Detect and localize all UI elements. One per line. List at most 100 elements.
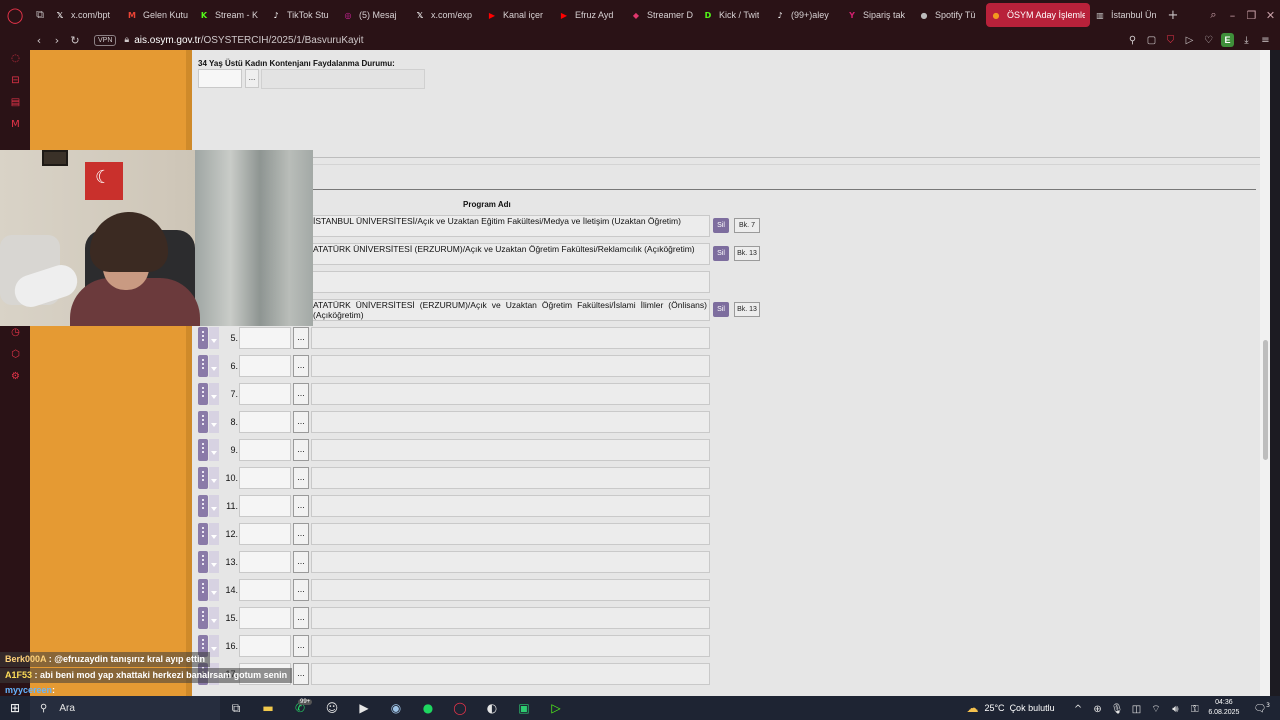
spotify-icon[interactable]: ● — [412, 701, 444, 715]
lock-icon[interactable]: 🔒︎ — [124, 35, 129, 45]
kick-app-icon[interactable]: ▷ — [540, 701, 572, 715]
settings-icon[interactable]: ⚙ — [9, 371, 22, 384]
delete-button[interactable]: Sil — [713, 302, 729, 317]
move-down-icon[interactable] — [209, 355, 219, 377]
tab-8[interactable]: ◆ Streamer D — [626, 3, 698, 27]
program-name-field[interactable] — [311, 467, 710, 489]
tab-13[interactable]: ● ÖSYM Aday İşlemle — [986, 3, 1090, 27]
tray-app2-icon[interactable]: ◫ — [1129, 704, 1144, 715]
program-name-field[interactable] — [311, 551, 710, 573]
chat-app-icon[interactable]: ▣ — [508, 701, 540, 715]
close-icon[interactable]: ✕ — [1261, 9, 1280, 22]
program-code-input[interactable] — [239, 551, 291, 573]
aria-icon[interactable]: ◌ — [9, 53, 22, 66]
tab-14[interactable]: ▥ İstanbul Ün — [1090, 3, 1162, 27]
tab-6[interactable]: ▶ Kanal içer — [482, 3, 554, 27]
clock[interactable]: 04:36 6.08.2025 — [1208, 698, 1239, 718]
play-icon[interactable]: ▷ — [1183, 35, 1196, 46]
program-code-input[interactable] — [239, 607, 291, 629]
download-icon[interactable]: ⤓ — [1240, 35, 1253, 46]
program-code-input[interactable] — [239, 439, 291, 461]
move-down-icon[interactable] — [209, 411, 219, 433]
tab-2[interactable]: K Stream - K — [194, 3, 266, 27]
program-name-field[interactable] — [311, 327, 710, 349]
tray-app3-icon[interactable]: ⚿ — [1187, 704, 1202, 715]
program-select-button[interactable]: ... — [293, 467, 309, 489]
drag-handle-icon[interactable] — [198, 327, 208, 349]
maximize-icon[interactable]: ❐ — [1242, 9, 1261, 22]
program-select-button[interactable]: ... — [293, 411, 309, 433]
program-name-field[interactable] — [311, 439, 710, 461]
drag-handle-icon[interactable] — [198, 439, 208, 461]
shield-icon[interactable]: ⛉ — [1164, 35, 1177, 46]
search-tabs-icon[interactable]: ⌕ — [1204, 8, 1223, 22]
snapshot-icon[interactable]: ▢ — [1145, 35, 1158, 46]
opera-logo-icon[interactable]: ◯ — [0, 0, 30, 30]
drag-handle-icon[interactable] — [198, 607, 208, 629]
delete-button[interactable]: Sil — [713, 218, 729, 233]
program-select-button[interactable]: ... — [293, 383, 309, 405]
program-name-field[interactable] — [311, 523, 710, 545]
drag-handle-icon[interactable] — [198, 495, 208, 517]
tab-9[interactable]: D Kick / Twit — [698, 3, 770, 27]
history-icon[interactable]: ◷ — [9, 327, 22, 340]
gmail-side-icon[interactable]: M — [9, 119, 22, 132]
program-select-button[interactable]: ... — [293, 439, 309, 461]
program-code-input[interactable] — [239, 579, 291, 601]
tab-1[interactable]: M Gelen Kutu — [122, 3, 194, 27]
minimize-icon[interactable]: – — [1223, 9, 1242, 22]
quota-description-field[interactable] — [261, 69, 425, 89]
move-down-icon[interactable] — [209, 607, 219, 629]
program-name-field[interactable] — [311, 355, 710, 377]
back-icon[interactable]: ‹ — [30, 34, 48, 47]
microphone-icon[interactable]: 🎙︎ — [1110, 704, 1125, 715]
program-name-field[interactable] — [311, 579, 710, 601]
task-view-icon[interactable]: ⧉ — [220, 701, 252, 716]
extension-icon[interactable]: E — [1221, 33, 1234, 47]
move-down-icon[interactable] — [209, 579, 219, 601]
program-name-field[interactable] — [311, 635, 710, 657]
program-code-input[interactable] — [239, 411, 291, 433]
media-player-icon[interactable]: ▶ — [348, 701, 380, 715]
vpn-badge[interactable]: VPN — [94, 34, 117, 46]
tab-11[interactable]: Y Sipariş tak — [842, 3, 914, 27]
heart-icon[interactable]: ♡ — [1202, 35, 1215, 46]
tab-10[interactable]: ♪ (99+)aley — [770, 3, 842, 27]
network-icon[interactable]: ⌔ — [1148, 703, 1163, 716]
program-select-button[interactable]: ... — [293, 523, 309, 545]
volume-icon[interactable]: 🔊︎ — [1168, 704, 1183, 715]
chevron-up-icon[interactable]: ^ — [1071, 704, 1086, 715]
quota-select-button[interactable]: ... — [245, 69, 259, 88]
tab-12[interactable]: ● Spotify Tü — [914, 3, 986, 27]
program-select-button[interactable]: ... — [293, 327, 309, 349]
move-down-icon[interactable] — [209, 523, 219, 545]
taskbar-search[interactable]: ⚲ Ara — [30, 696, 220, 720]
program-code-input[interactable] — [239, 383, 291, 405]
program-name-field[interactable] — [311, 383, 710, 405]
page-scrollbar[interactable] — [1260, 50, 1270, 696]
tab-7[interactable]: ▶ Efruz Ayd — [554, 3, 626, 27]
program-code-input[interactable] — [239, 327, 291, 349]
scroll-thumb[interactable] — [1263, 340, 1268, 460]
forward-icon[interactable]: › — [48, 34, 66, 47]
move-down-icon[interactable] — [209, 439, 219, 461]
program-name-field[interactable] — [311, 411, 710, 433]
move-down-icon[interactable] — [209, 467, 219, 489]
program-select-button[interactable]: ... — [293, 355, 309, 377]
bag-icon[interactable]: ⊟ — [9, 75, 22, 88]
weather-widget[interactable]: ☁ 25°C Çok bulutlu — [966, 701, 1054, 715]
program-code-input[interactable] — [239, 495, 291, 517]
drag-handle-icon[interactable] — [198, 579, 208, 601]
drag-handle-icon[interactable] — [198, 551, 208, 573]
drag-handle-icon[interactable] — [198, 523, 208, 545]
program-select-button[interactable]: ... — [293, 579, 309, 601]
bk-note-button[interactable]: Bk. 7 — [734, 218, 760, 233]
whatsapp-icon[interactable]: ✆ 99+ — [284, 699, 316, 715]
program-code-input[interactable] — [239, 467, 291, 489]
discord-icon[interactable]: ☺ — [316, 701, 348, 715]
drag-handle-icon[interactable] — [198, 411, 208, 433]
program-name-field[interactable] — [311, 495, 710, 517]
program-code-input[interactable] — [239, 523, 291, 545]
move-down-icon[interactable] — [209, 551, 219, 573]
delete-button[interactable]: Sil — [713, 246, 729, 261]
